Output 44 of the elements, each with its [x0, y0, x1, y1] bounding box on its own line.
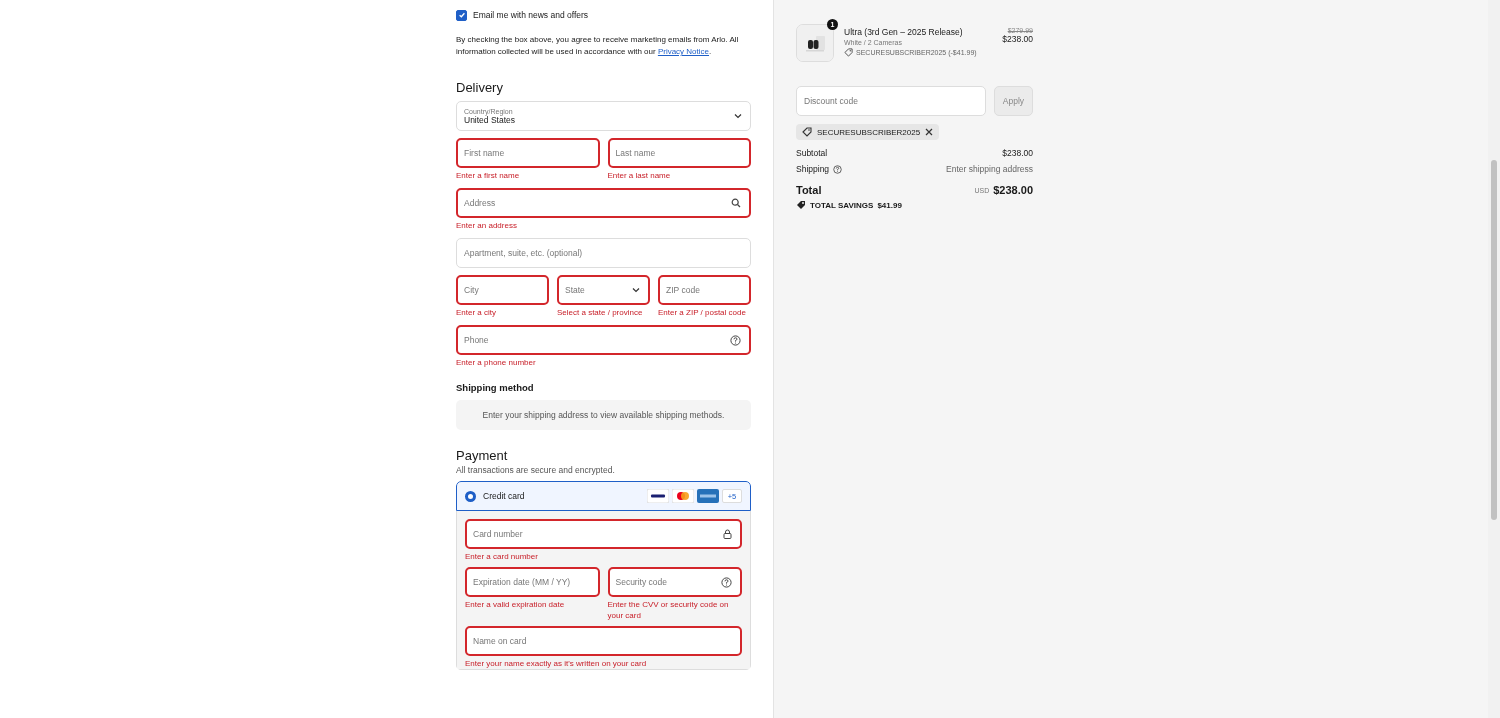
input-field[interactable]: Name on card — [465, 626, 742, 656]
error-message: Enter a phone number — [456, 357, 537, 368]
input-field[interactable]: Card number — [465, 519, 742, 549]
marketing-notice: By checking the box above, you agree to receive marketing emails from Arlo. All information collected will be used in accordance with our Privacy Notice. — [456, 34, 740, 58]
input-field[interactable]: Last name — [607, 138, 751, 168]
checkbox-label: Email me with news and offers — [473, 10, 589, 20]
error-message: Enter a first name — [456, 170, 521, 181]
total-value: $238.00 — [993, 184, 1033, 196]
input-field[interactable]: Expiration date (MM / YY) — [465, 567, 600, 597]
total-savings-value: $41.99 — [877, 200, 902, 210]
shipping-label: Shipping — [796, 164, 830, 174]
discount-code-field[interactable]: Discount code — [796, 86, 986, 116]
shipping-value: Enter shipping address — [946, 164, 1033, 174]
input-field[interactable]: First name — [456, 138, 600, 168]
section-heading: Payment — [456, 448, 509, 463]
total-label: Total — [796, 184, 822, 196]
product-price: $238.00 — [1002, 34, 1033, 44]
input-field[interactable]: Phone — [456, 325, 751, 355]
method-label: Credit card — [483, 491, 526, 501]
subtotal-value: $238.00 — [1002, 148, 1033, 158]
error-message: Enter an address — [456, 220, 518, 231]
error-message: Enter a card number — [465, 551, 539, 562]
input-field[interactable]: Address — [456, 188, 751, 218]
total-savings-label: TOTAL SAVINGS — [810, 200, 874, 210]
privacy-link[interactable]: Privacy Notice — [657, 47, 709, 56]
section-heading: Shipping method — [456, 382, 535, 393]
select-field[interactable]: State — [557, 275, 650, 305]
discount-code: SECURESUBSCRIBER2025 — [817, 127, 921, 137]
input-field[interactable]: City — [456, 275, 549, 305]
error-message: Enter your name exactly as it's written on your card — [465, 658, 648, 669]
error-message: Enter a last name — [607, 170, 672, 181]
input-field[interactable]: Security code — [607, 567, 742, 597]
payment-subtitle: All transactions are secure and encrypted. — [456, 465, 616, 475]
error-message: Enter a ZIP / postal code — [658, 307, 747, 318]
section-heading: Delivery — [456, 80, 504, 95]
error-message: Enter the CVV or security code on your card — [607, 599, 730, 621]
input-field[interactable]: ZIP code — [658, 275, 751, 305]
input-field[interactable]: Apartment, suite, etc. (optional) — [456, 238, 751, 268]
subtotal-label: Subtotal — [796, 148, 828, 158]
error-message: Enter a valid expiration date — [465, 599, 566, 610]
shipping-methods-notice: Enter your shipping address to view available shipping methods. — [456, 400, 751, 430]
error-message: Select a state / province — [557, 307, 644, 318]
product-title: Ultra (3rd Gen – 2025 Release) — [844, 27, 964, 37]
error-message: Enter a city — [456, 307, 497, 318]
